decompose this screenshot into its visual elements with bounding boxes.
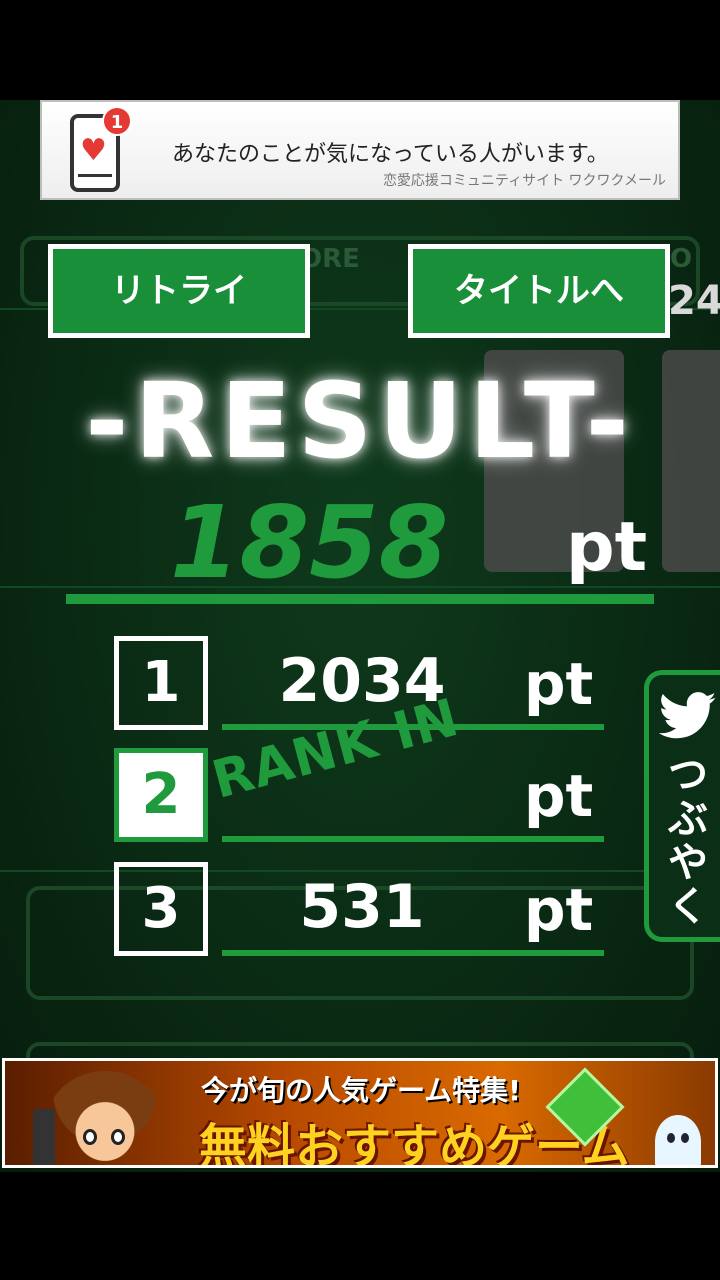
retry-button[interactable]: リトライ (48, 244, 310, 338)
result-heading: -RESULT- (85, 360, 635, 482)
final-score-unit: pt (566, 508, 648, 587)
top-ad-banner[interactable]: ♥ 1 あなたのことが気になっている人がいます。 恋愛応援コミュニティサイト ワ… (40, 100, 680, 200)
rank-number-box-current: 2 (114, 748, 208, 842)
tweet-label: つぶやく (668, 752, 708, 930)
ghost-icon (655, 1115, 701, 1165)
bottom-black-bar (0, 1172, 720, 1280)
background-label: O (670, 244, 693, 274)
score-underline (66, 594, 654, 604)
heart-icon: ♥ (80, 133, 107, 168)
ad-bottom-headline: 今が旬の人気ゲーム特集! (201, 1074, 521, 1107)
notification-badge: 1 (102, 106, 132, 136)
tweet-button[interactable]: つぶやく (644, 670, 720, 942)
twitter-bird-icon (659, 692, 717, 739)
rank-score: 531 (299, 872, 425, 942)
character-face-icon (45, 1071, 165, 1165)
back-to-title-button[interactable]: タイトルへ (408, 244, 670, 338)
eye-icon (83, 1129, 97, 1145)
rank-score-unit: pt (524, 650, 594, 718)
background-number: 24 (668, 278, 720, 324)
phone-keys (78, 174, 112, 182)
rank-score-unit: pt (524, 762, 594, 830)
ad-headline: あなたのことが気になっている人がいます。 (172, 142, 609, 167)
final-score: 1858 (170, 484, 449, 601)
bottom-ad-banner[interactable]: 今が旬の人気ゲーム特集! 無料おすすめゲーム (2, 1058, 718, 1168)
rank-underline (222, 836, 604, 842)
top-black-bar (0, 0, 720, 100)
rank-number-box: 1 (114, 636, 208, 730)
ad-subtitle: 恋愛応援コミュニティサイト ワクワクメール (382, 173, 666, 189)
rank-number-box: 3 (114, 862, 208, 956)
eye-icon (111, 1129, 125, 1145)
rank-underline (222, 950, 604, 956)
rank-score-unit: pt (524, 876, 594, 944)
